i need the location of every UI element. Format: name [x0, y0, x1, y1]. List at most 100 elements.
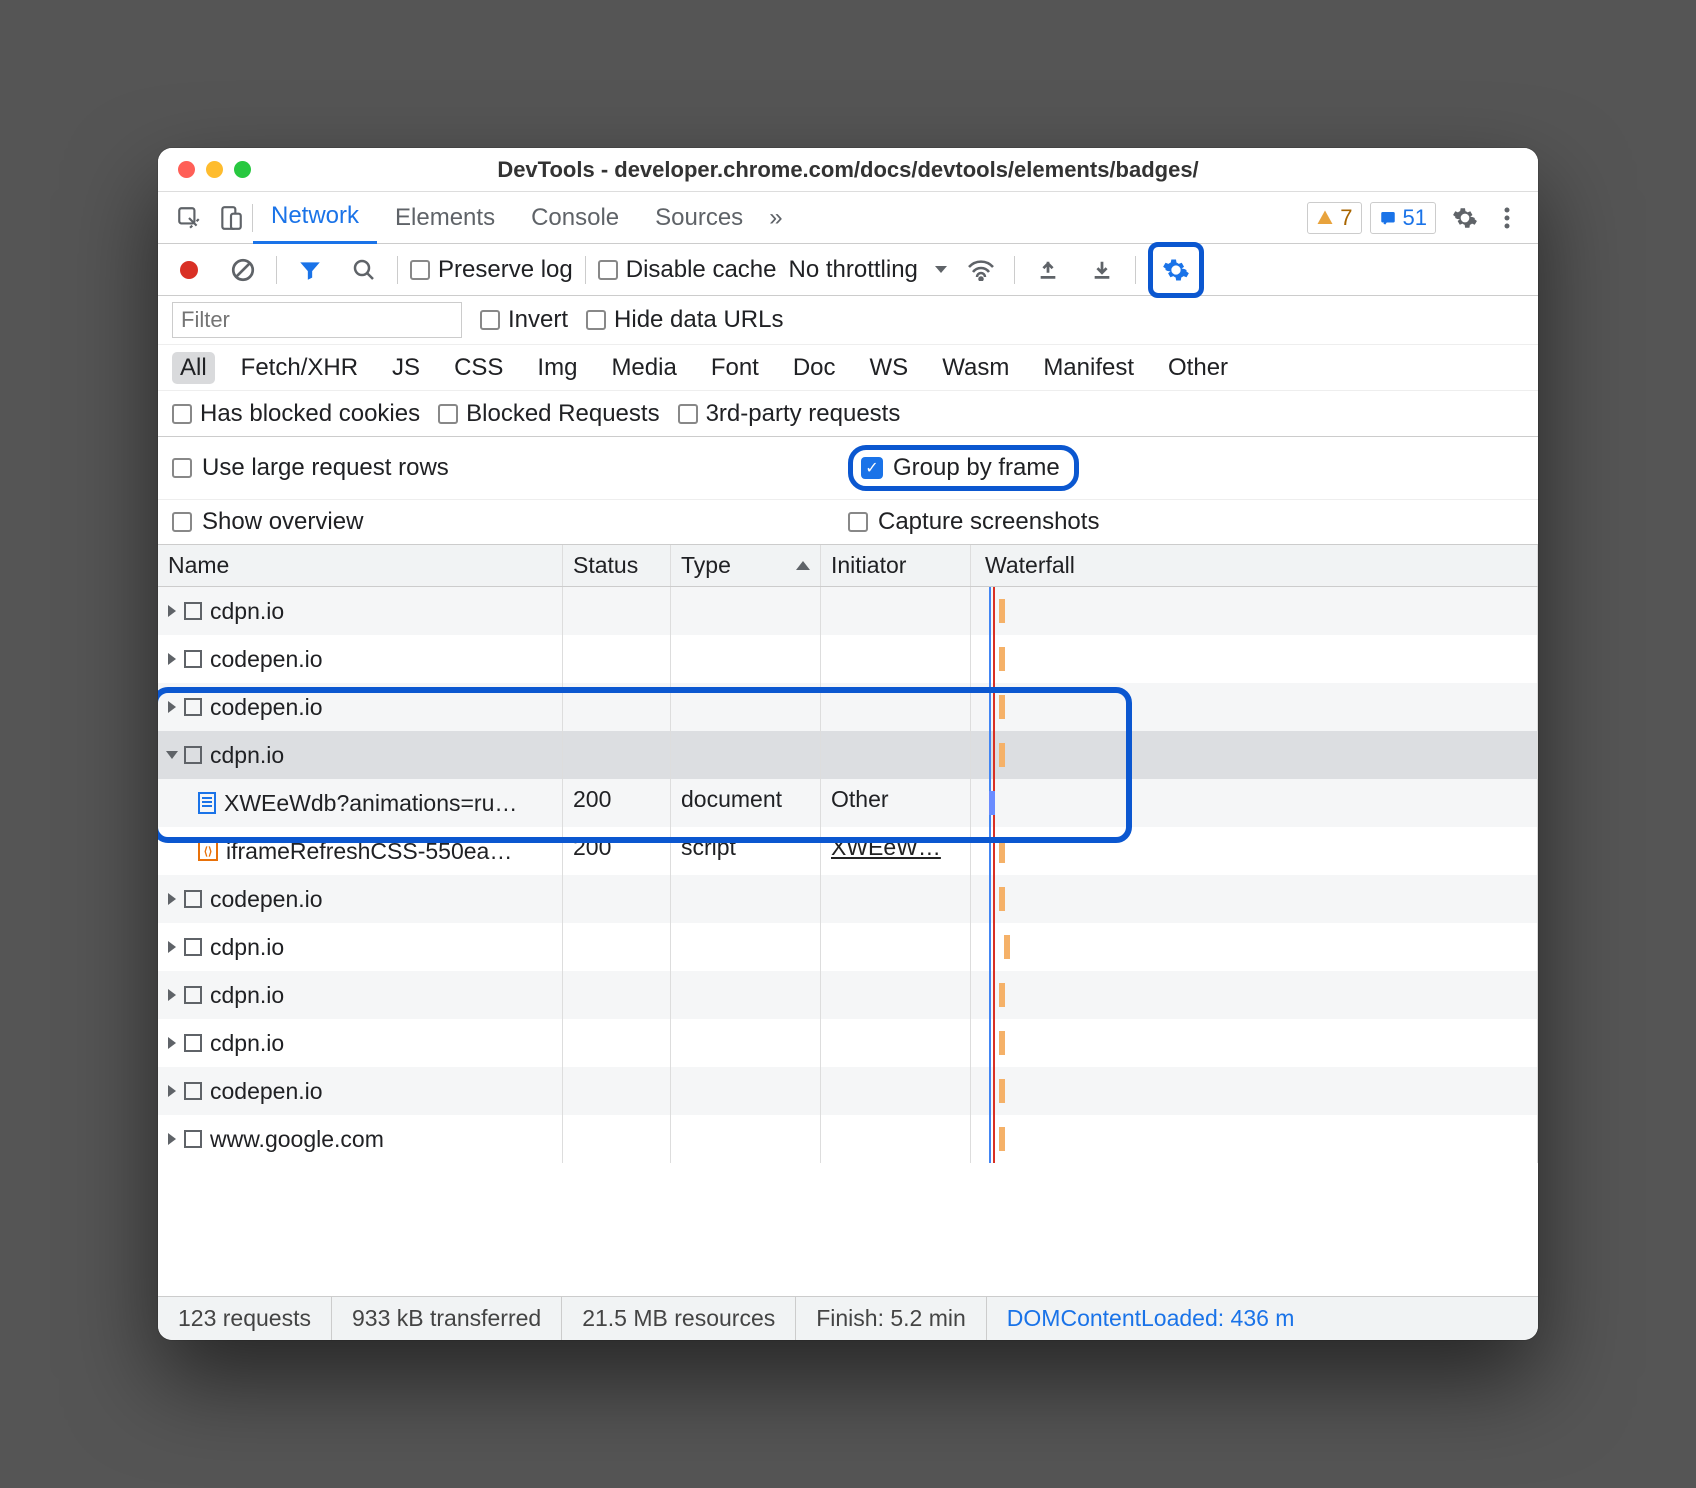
frame-icon — [184, 1034, 202, 1052]
disclosure-triangle-icon[interactable] — [168, 941, 176, 953]
frame-row[interactable]: cdpn.io — [158, 971, 1538, 1019]
filter-bar: Invert Hide data URLs — [158, 296, 1538, 345]
settings-icon[interactable] — [1444, 197, 1486, 239]
col-status[interactable]: Status — [563, 545, 671, 586]
import-har-icon[interactable] — [1027, 249, 1069, 291]
tabs-overflow-button[interactable]: » — [761, 192, 790, 244]
invert-checkbox[interactable]: Invert — [480, 306, 568, 334]
frame-row[interactable]: cdpn.io — [158, 731, 1538, 779]
export-har-icon[interactable] — [1081, 249, 1123, 291]
waterfall-bar — [989, 791, 995, 815]
device-toolbar-icon[interactable] — [210, 197, 252, 239]
minimize-window-button[interactable] — [206, 161, 223, 178]
status-finish: Finish: 5.2 min — [796, 1297, 987, 1340]
close-window-button[interactable] — [178, 161, 195, 178]
row-name: codepen.io — [210, 886, 323, 913]
large-rows-checkbox[interactable]: Use large request rows — [172, 445, 848, 491]
col-initiator[interactable]: Initiator — [821, 545, 971, 586]
disclosure-triangle-icon[interactable] — [166, 751, 178, 759]
waterfall-bar — [999, 599, 1005, 623]
waterfall-bar — [1004, 935, 1010, 959]
frame-row[interactable]: cdpn.io — [158, 1019, 1538, 1067]
tab-elements[interactable]: Elements — [377, 192, 513, 244]
col-type[interactable]: Type — [671, 545, 821, 586]
frame-icon — [184, 1130, 202, 1148]
type-filter-ws[interactable]: WS — [862, 352, 917, 384]
extra-filter-bar: Has blocked cookies Blocked Requests 3rd… — [158, 391, 1538, 437]
hide-data-urls-checkbox[interactable]: Hide data URLs — [586, 306, 783, 334]
frame-row[interactable]: codepen.io — [158, 683, 1538, 731]
settings-row-2: Show overview Capture screenshots — [158, 500, 1538, 545]
disclosure-triangle-icon[interactable] — [168, 1133, 176, 1145]
row-name: codepen.io — [210, 646, 323, 673]
panel-tabs: Network Elements Console Sources » 7 51 — [158, 192, 1538, 244]
script-icon: ⟨⟩ — [198, 841, 218, 861]
capture-screenshots-checkbox[interactable]: Capture screenshots — [848, 508, 1524, 536]
group-by-frame-checkbox[interactable]: ✓ — [861, 457, 883, 479]
frame-icon — [184, 1082, 202, 1100]
maximize-window-button[interactable] — [234, 161, 251, 178]
request-row[interactable]: XWEeWdb?animations=ru…200documentOther — [158, 779, 1538, 827]
disclosure-triangle-icon[interactable] — [168, 893, 176, 905]
type-filter-font[interactable]: Font — [703, 352, 767, 384]
col-waterfall[interactable]: Waterfall — [971, 545, 1538, 586]
request-row[interactable]: ⟨⟩iframeRefreshCSS-550ea…200scriptXWEeW… — [158, 827, 1538, 875]
third-party-checkbox[interactable]: 3rd-party requests — [678, 400, 901, 428]
disclosure-triangle-icon[interactable] — [168, 1037, 176, 1049]
disclosure-triangle-icon[interactable] — [168, 653, 176, 665]
frame-icon — [184, 938, 202, 956]
warnings-badge[interactable]: 7 — [1307, 202, 1361, 234]
inspect-element-icon[interactable] — [168, 197, 210, 239]
search-icon[interactable] — [343, 249, 385, 291]
disclosure-triangle-icon[interactable] — [168, 605, 176, 617]
type-filter-other[interactable]: Other — [1160, 352, 1236, 384]
frame-row[interactable]: codepen.io — [158, 875, 1538, 923]
frame-row[interactable]: codepen.io — [158, 635, 1538, 683]
record-button[interactable] — [168, 249, 210, 291]
messages-count: 51 — [1403, 205, 1427, 231]
row-name: www.google.com — [210, 1126, 384, 1153]
clear-button[interactable] — [222, 249, 264, 291]
waterfall-bar — [999, 887, 1005, 911]
waterfall-bar — [999, 983, 1005, 1007]
type-filter-manifest[interactable]: Manifest — [1035, 352, 1142, 384]
blocked-requests-checkbox[interactable]: Blocked Requests — [438, 400, 659, 428]
disclosure-triangle-icon[interactable] — [168, 1085, 176, 1097]
type-filter-img[interactable]: Img — [529, 352, 585, 384]
frame-row[interactable]: cdpn.io — [158, 923, 1538, 971]
initiator-link[interactable]: XWEeW… — [831, 834, 941, 860]
frame-row[interactable]: cdpn.io — [158, 587, 1538, 635]
has-blocked-cookies-checkbox[interactable]: Has blocked cookies — [172, 400, 420, 428]
type-filter-js[interactable]: JS — [384, 352, 428, 384]
throttling-select[interactable]: No throttling — [788, 256, 947, 284]
frame-icon — [184, 890, 202, 908]
type-filter-fetch-xhr[interactable]: Fetch/XHR — [233, 352, 366, 384]
more-icon[interactable] — [1486, 197, 1528, 239]
show-overview-checkbox[interactable]: Show overview — [172, 508, 848, 536]
filter-icon[interactable] — [289, 249, 331, 291]
network-conditions-icon[interactable] — [960, 249, 1002, 291]
type-filter-doc[interactable]: Doc — [785, 352, 844, 384]
network-settings-icon[interactable] — [1155, 249, 1197, 291]
tab-console[interactable]: Console — [513, 192, 637, 244]
filter-input[interactable] — [172, 302, 462, 338]
disclosure-triangle-icon[interactable] — [168, 989, 176, 1001]
type-filter-media[interactable]: Media — [603, 352, 684, 384]
status-bar: 123 requests 933 kB transferred 21.5 MB … — [158, 1296, 1538, 1340]
frame-row[interactable]: codepen.io — [158, 1067, 1538, 1115]
tab-network[interactable]: Network — [253, 192, 377, 244]
messages-badge[interactable]: 51 — [1370, 202, 1436, 234]
col-name[interactable]: Name — [158, 545, 563, 586]
tab-sources[interactable]: Sources — [637, 192, 761, 244]
preserve-log-checkbox[interactable]: Preserve log — [410, 256, 573, 284]
type-filter-all[interactable]: All — [172, 352, 215, 384]
frame-row[interactable]: www.google.com — [158, 1115, 1538, 1163]
disclosure-triangle-icon[interactable] — [168, 701, 176, 713]
type-filter-wasm[interactable]: Wasm — [934, 352, 1017, 384]
frame-icon — [184, 602, 202, 620]
row-name: cdpn.io — [210, 982, 284, 1009]
status-transferred: 933 kB transferred — [332, 1297, 562, 1340]
type-filter-css[interactable]: CSS — [446, 352, 511, 384]
waterfall-bar — [999, 1127, 1005, 1151]
disable-cache-checkbox[interactable]: Disable cache — [598, 256, 777, 284]
